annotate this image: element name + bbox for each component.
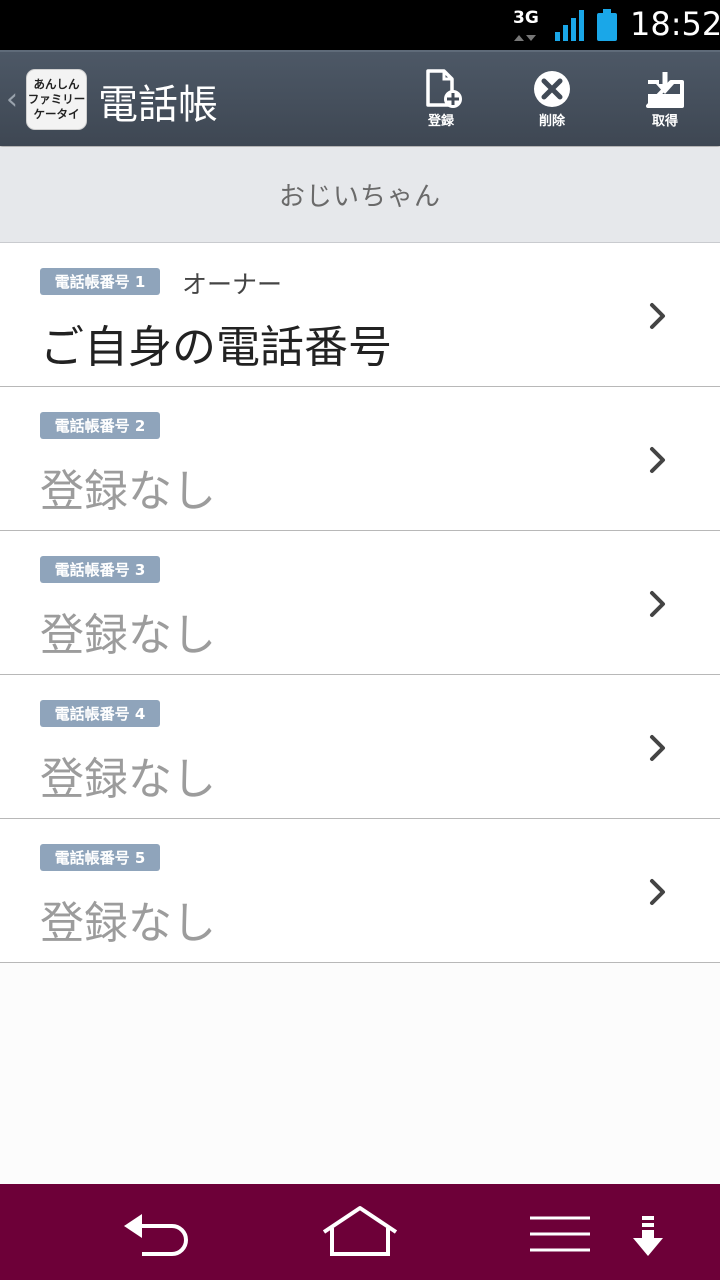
battery-icon	[597, 9, 617, 41]
delete-button[interactable]: 削除	[517, 68, 587, 132]
action-bar: ‹ あんしん ファミリー ケータイ 電話帳 登録 削除 取得	[0, 50, 720, 146]
profile-name: おじいちゃん	[278, 182, 441, 212]
add-document-icon	[426, 69, 462, 108]
signal-bars-icon	[555, 10, 584, 41]
page-title: 電話帳	[98, 82, 218, 128]
network-indicator: 3G	[510, 6, 542, 42]
up-caret-icon[interactable]: ‹	[6, 82, 18, 117]
phonebook-entry-3[interactable]: 電話帳番号 3 登録なし	[0, 531, 720, 675]
home-icon[interactable]	[320, 1202, 400, 1262]
profile-header: おじいちゃん	[0, 147, 720, 243]
chevron-right-icon	[650, 735, 665, 761]
entry-number-badge: 電話帳番号 1	[40, 268, 160, 295]
entry-number-badge: 電話帳番号 3	[40, 556, 160, 583]
chevron-right-icon	[650, 303, 665, 329]
register-button[interactable]: 登録	[406, 68, 476, 132]
phonebook-entry-5[interactable]: 電話帳番号 5 登録なし	[0, 819, 720, 963]
phonebook-list: 電話帳番号 1 オーナー ご自身の電話番号 電話帳番号 2 登録なし 電話帳番号…	[0, 243, 720, 963]
status-bar: 3G 18:52	[0, 0, 720, 50]
menu-icon[interactable]	[528, 1202, 594, 1262]
entry-title: 登録なし	[40, 610, 216, 661]
network-type: 3G	[513, 8, 539, 28]
entry-number-badge: 電話帳番号 2	[40, 412, 160, 439]
back-icon[interactable]	[120, 1202, 192, 1262]
retrieve-button[interactable]: 取得	[630, 68, 700, 132]
download-tray-icon	[646, 72, 684, 108]
entry-title: 登録なし	[40, 466, 216, 517]
chevron-right-icon	[650, 879, 665, 905]
phonebook-screen: 3G 18:52 ‹ あんしん ファミリー ケータイ 電話帳 登録 削除 取得 …	[0, 0, 720, 1280]
chevron-right-icon	[650, 447, 665, 473]
owner-label: オーナー	[182, 270, 283, 299]
retrieve-label: 取得	[651, 114, 678, 129]
entry-title: 登録なし	[40, 898, 216, 949]
down-arrow-icon[interactable]	[630, 1202, 666, 1262]
entry-title: ご自身の電話番号	[40, 322, 392, 373]
clock: 18:52	[630, 5, 720, 43]
navigation-bar	[0, 1184, 720, 1280]
phonebook-entry-4[interactable]: 電話帳番号 4 登録なし	[0, 675, 720, 819]
app-logo-text: あんしん ファミリー ケータイ	[27, 77, 86, 121]
phonebook-entry-2[interactable]: 電話帳番号 2 登録なし	[0, 387, 720, 531]
phonebook-entry-1[interactable]: 電話帳番号 1 オーナー ご自身の電話番号	[0, 243, 720, 387]
entry-title: 登録なし	[40, 754, 216, 805]
entry-number-badge: 電話帳番号 5	[40, 844, 160, 871]
app-logo[interactable]: あんしん ファミリー ケータイ	[26, 69, 87, 130]
delete-circle-icon	[534, 71, 570, 107]
data-arrows-icon	[514, 35, 536, 41]
chevron-right-icon	[650, 591, 665, 617]
delete-label: 削除	[538, 114, 565, 129]
register-label: 登録	[427, 114, 454, 129]
entry-number-badge: 電話帳番号 4	[40, 700, 160, 727]
